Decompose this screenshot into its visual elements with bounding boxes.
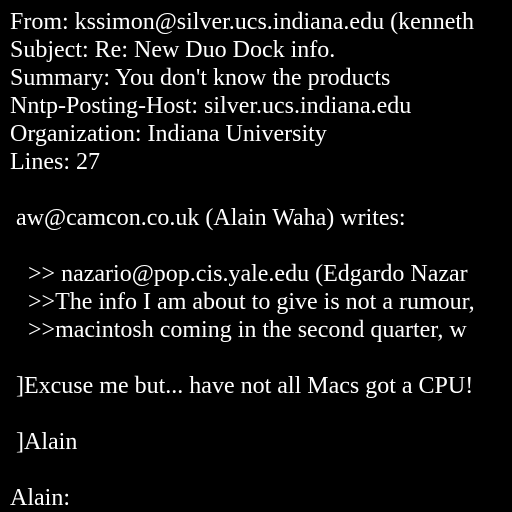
quoted-line: >> nazario@pop.cis.yale.edu (Edgardo Naz… (10, 261, 468, 287)
attribution-line: aw@camcon.co.uk (Alain Waha) writes: (10, 205, 406, 231)
header-lines: Lines: 27 (10, 149, 100, 175)
header-nntp-host: Nntp-Posting-Host: silver.ucs.indiana.ed… (10, 93, 412, 119)
header-from: From: kssimon@silver.ucs.indiana.edu (ke… (10, 9, 475, 35)
header-subject: Subject: Re: New Duo Dock info. (10, 37, 336, 63)
quoted-line: ]Excuse me but... have not all Macs got … (10, 373, 474, 399)
header-summary: Summary: You don't know the products (10, 65, 391, 91)
quoted-line: ]Alain (10, 429, 78, 455)
email-document: From: kssimon@silver.ucs.indiana.edu (ke… (0, 0, 512, 512)
body-line: Alain: (10, 485, 70, 511)
quoted-line: >>The info I am about to give is not a r… (10, 289, 475, 315)
quoted-line: >>macintosh coming in the second quarter… (10, 317, 467, 343)
header-organization: Organization: Indiana University (10, 121, 327, 147)
